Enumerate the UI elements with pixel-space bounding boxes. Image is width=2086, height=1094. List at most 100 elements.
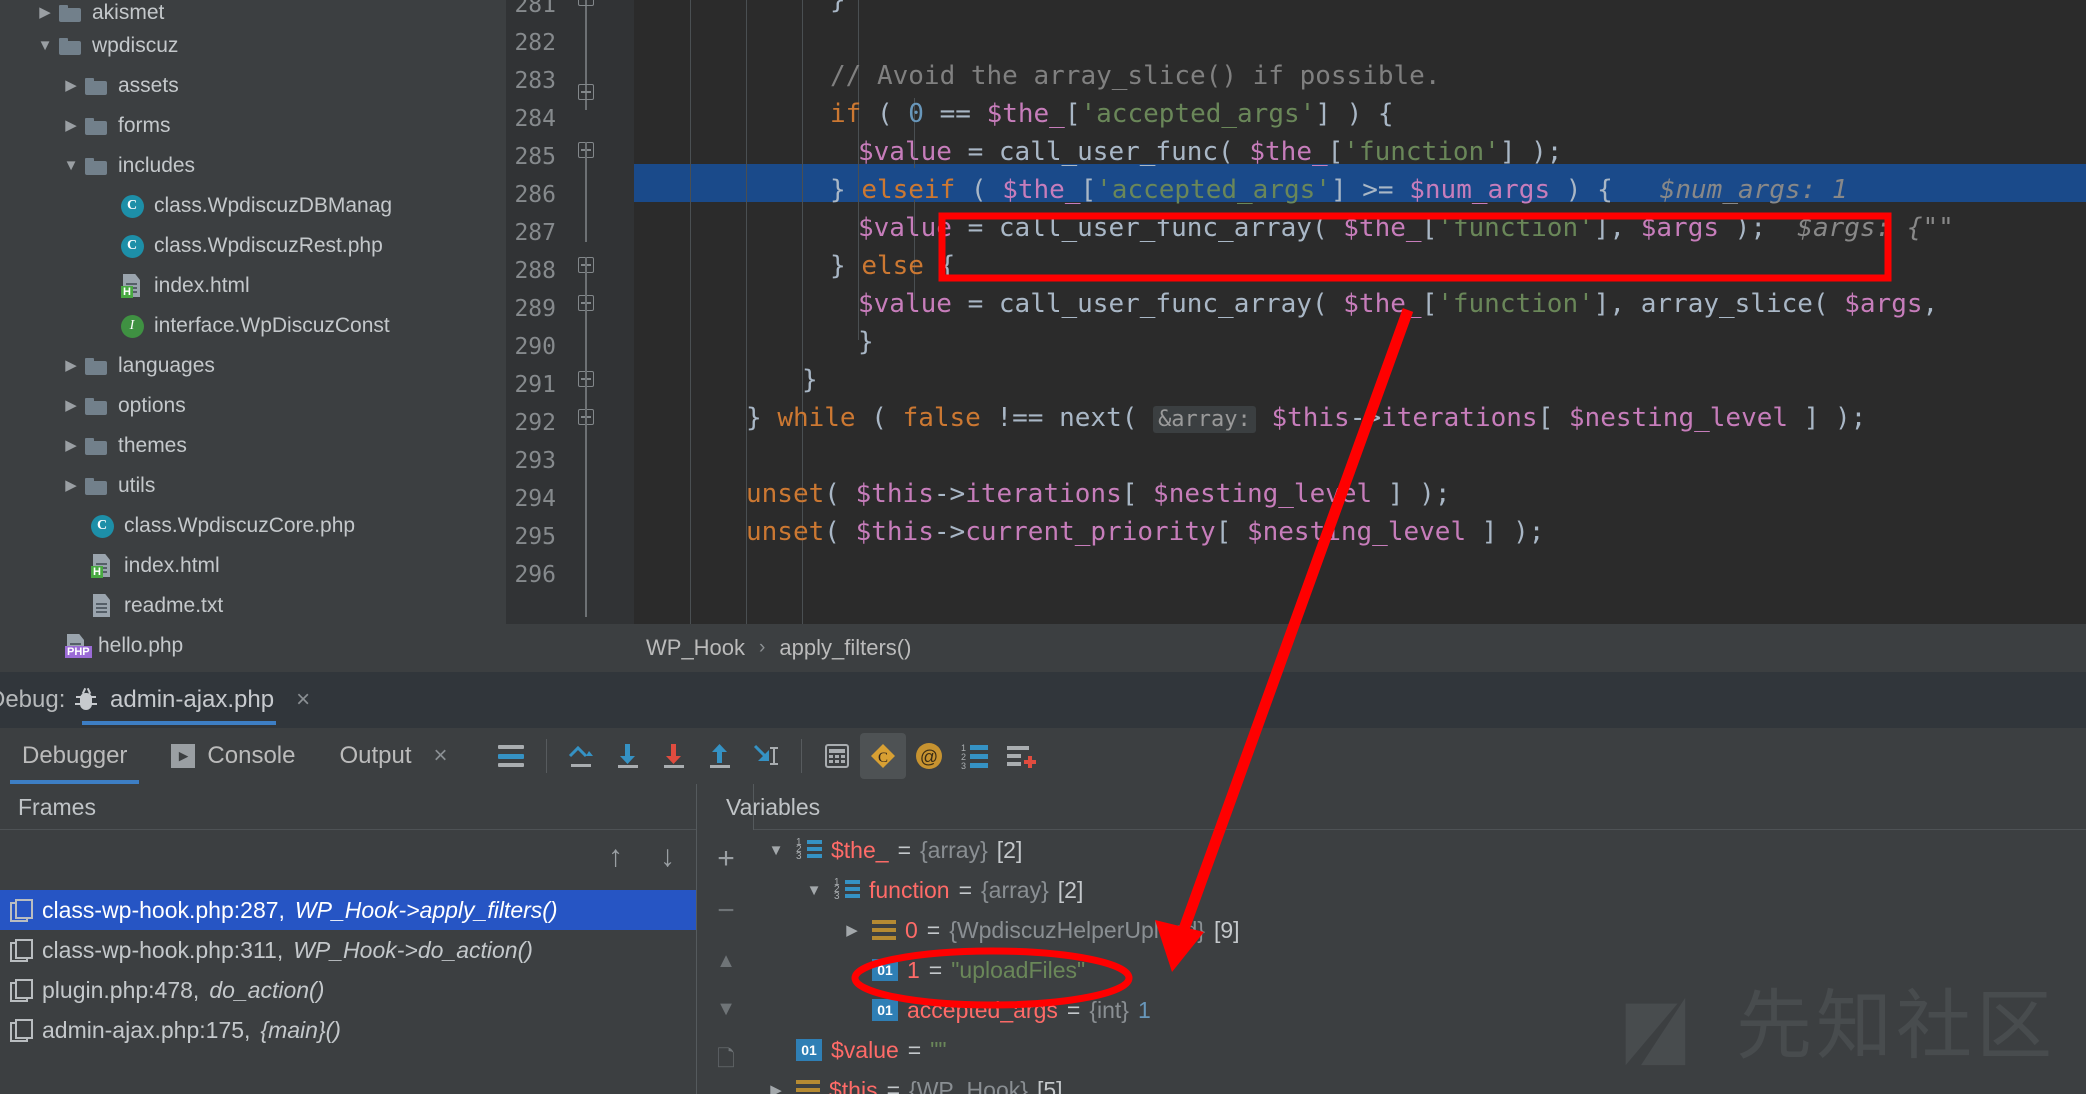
chevron-down-icon[interactable]: ▼ — [803, 882, 825, 899]
tree-item-akismet[interactable]: ▶ akismet — [0, 0, 506, 26]
line-number: 296 — [514, 562, 556, 588]
debug-toolbar[interactable]: Debugger ▸ Console Output × — [0, 728, 2086, 784]
variable-name: 1 — [907, 957, 920, 984]
chevron-right-icon[interactable]: ▶ — [60, 106, 82, 146]
frames-down-icon[interactable]: ↓ — [660, 840, 675, 874]
svg-text:@: @ — [919, 747, 937, 767]
move-down-icon[interactable]: ▼ — [711, 994, 741, 1024]
remove-icon[interactable]: − — [711, 896, 741, 926]
chevron-right-icon[interactable]: ▶ — [34, 0, 56, 26]
folder-icon — [82, 158, 110, 175]
variables-side-toolbar[interactable]: + − ▲ ▼ 🗋 — [697, 830, 753, 1094]
stack-frame-icon — [10, 899, 32, 921]
tree-item-languages[interactable]: ▶ languages — [0, 346, 506, 386]
chevron-right-icon[interactable]: ▶ — [60, 346, 82, 386]
chevron-down-icon[interactable]: ▼ — [765, 842, 787, 859]
tree-item-options[interactable]: ▶ options — [0, 386, 506, 426]
chevron-right-icon[interactable]: ▶ — [765, 1081, 787, 1094]
tree-item-class-wpdiscuzdbmanager[interactable]: C class.WpdiscuzDBManag — [0, 186, 506, 226]
chevron-right-icon[interactable]: ▶ — [841, 921, 863, 939]
debug-session-tab[interactable]: admin-ajax.php × — [60, 672, 324, 728]
variable-row[interactable]: ▼ 123 function = {array} [2] — [753, 870, 2086, 910]
editor-gutter[interactable]: 281 282 283 284 285 286 287 288 289 290 … — [506, 0, 634, 624]
toolbar-separator — [546, 739, 547, 773]
tree-item-label: index.html — [146, 266, 250, 306]
tree-item-hello-php[interactable]: PHP hello.php — [0, 626, 506, 666]
breadcrumb[interactable]: WP_Hook › apply_filters() — [506, 624, 2086, 672]
frames-up-icon[interactable]: ↑ — [608, 840, 623, 874]
step-over-icon[interactable] — [559, 733, 605, 779]
chevron-right-icon[interactable]: ▶ — [60, 66, 82, 106]
tree-item-themes[interactable]: ▶ themes — [0, 426, 506, 466]
bug-icon — [74, 688, 98, 712]
move-up-icon[interactable]: ▲ — [711, 946, 741, 976]
chevron-right-icon[interactable]: ▶ — [60, 426, 82, 466]
variable-row[interactable]: ▼ 123 $the_ = {array} [2] — [753, 830, 2086, 870]
variable-type: {int} — [1089, 997, 1129, 1024]
tree-item-readme-txt[interactable]: readme.txt — [0, 586, 506, 626]
frames-navigation[interactable]: ↑ ↓ — [0, 830, 696, 890]
frames-list[interactable]: class-wp-hook.php:287, WP_Hook->apply_fi… — [0, 890, 696, 1094]
tree-item-label: languages — [110, 346, 215, 386]
frame-row[interactable]: admin-ajax.php:175, {main}() — [0, 1010, 696, 1050]
copy-icon[interactable]: 🗋 — [711, 1044, 741, 1074]
equals-sign: = — [959, 877, 972, 904]
settings-diamond-icon[interactable]: C — [860, 733, 906, 779]
line-number: 292 — [514, 410, 556, 436]
variable-type: {array} — [981, 877, 1049, 904]
tree-item-label: class.WpdiscuzCore.php — [116, 506, 355, 546]
breadcrumb-class[interactable]: WP_Hook — [646, 635, 745, 661]
chevron-down-icon[interactable]: ▼ — [34, 26, 56, 66]
line-number: 284 — [514, 106, 556, 132]
tree-item-assets[interactable]: ▶ assets — [0, 66, 506, 106]
tree-item-utils[interactable]: ▶ utils — [0, 466, 506, 506]
chevron-down-icon[interactable]: ▼ — [60, 146, 82, 186]
project-tree-panel[interactable]: ▶ akismet ▼ wpdiscuz ▶ assets ▶ forms ▼ — [0, 0, 506, 672]
active-tab-underline — [82, 721, 276, 725]
variables-list-icon[interactable]: 123 — [952, 733, 998, 779]
add-icon[interactable]: + — [711, 844, 741, 874]
force-step-into-icon[interactable] — [651, 733, 697, 779]
folder-icon — [82, 358, 110, 375]
chevron-right-icon[interactable]: ▶ — [60, 466, 82, 506]
tree-item-class-wpdiscuzcore[interactable]: C class.WpdiscuzCore.php — [0, 506, 506, 546]
frame-row[interactable]: class-wp-hook.php:287, WP_Hook->apply_fi… — [0, 890, 696, 930]
tree-item-index-html-root[interactable]: H index.html — [0, 546, 506, 586]
watermark-text: 先知社区 — [1736, 964, 2056, 1074]
fold-marker-icon[interactable] — [578, 0, 594, 6]
fold-guide-line — [585, 257, 587, 617]
tab-output[interactable]: Output × — [317, 728, 469, 784]
mute-breakpoints-at-icon[interactable]: @ — [906, 733, 952, 779]
tree-item-class-wpdiscuzrest[interactable]: C class.WpdiscuzRest.php — [0, 226, 506, 266]
tab-console[interactable]: ▸ Console — [149, 728, 317, 784]
run-to-cursor-icon[interactable] — [743, 733, 789, 779]
close-icon[interactable]: × — [434, 742, 448, 770]
chevron-right-icon[interactable]: ▶ — [60, 386, 82, 426]
frame-row[interactable]: plugin.php:478, do_action() — [0, 970, 696, 1010]
fold-marker-icon[interactable] — [578, 84, 594, 100]
close-icon[interactable]: × — [296, 686, 310, 714]
tree-item-includes[interactable]: ▼ includes — [0, 146, 506, 186]
code-text-area[interactable]: } // Avoid the array_slice() if possible… — [634, 0, 2086, 624]
tree-item-wpdiscuz[interactable]: ▼ wpdiscuz — [0, 26, 506, 66]
tree-item-index-html-includes[interactable]: H index.html — [0, 266, 506, 306]
evaluate-expression-icon[interactable] — [814, 733, 860, 779]
tree-item-label: assets — [110, 66, 179, 106]
variable-row[interactable]: ▶ 0 = {WpdiscuzHelperUpload} [9] — [753, 910, 2086, 950]
tree-item-interface-wpdiscuzconstants[interactable]: I interface.WpDiscuzConst — [0, 306, 506, 346]
frame-row[interactable]: class-wp-hook.php:311, WP_Hook->do_actio… — [0, 930, 696, 970]
stack-frame-icon — [10, 939, 32, 961]
tree-item-forms[interactable]: ▶ forms — [0, 106, 506, 146]
code-editor[interactable]: 281 282 283 284 285 286 287 288 289 290 … — [506, 0, 2086, 624]
step-into-icon[interactable] — [605, 733, 651, 779]
breadcrumb-method[interactable]: apply_filters() — [779, 635, 911, 661]
show-execution-point-icon[interactable] — [488, 733, 534, 779]
tab-label: Debugger — [22, 742, 127, 770]
add-watch-icon[interactable] — [998, 733, 1044, 779]
step-out-icon[interactable] — [697, 733, 743, 779]
tab-debugger[interactable]: Debugger — [0, 728, 149, 784]
text-file-icon — [88, 594, 116, 618]
debug-title-bar: Debug: admin-ajax.php × — [0, 672, 2086, 728]
tree-item-label: hello.php — [90, 626, 183, 666]
tab-label: Console — [207, 742, 295, 770]
